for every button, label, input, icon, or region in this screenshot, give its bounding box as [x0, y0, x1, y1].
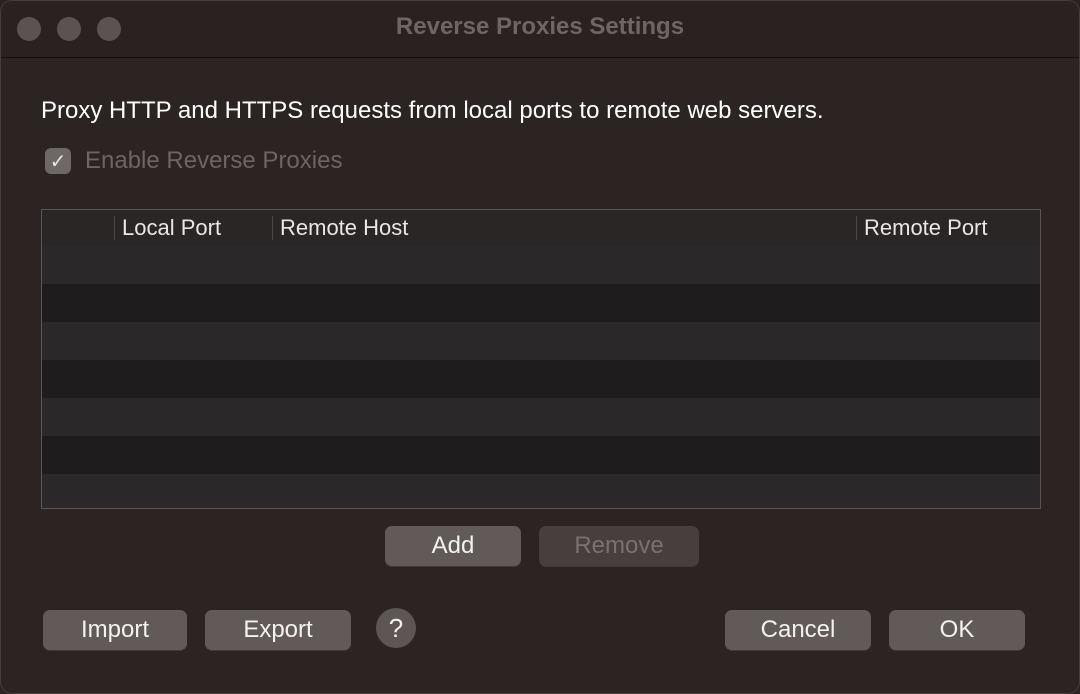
table-row[interactable] [42, 322, 1040, 360]
remove-button[interactable]: Remove [539, 526, 699, 566]
column-header-local-port[interactable]: Local Port [114, 210, 272, 246]
column-header-remote-host[interactable]: Remote Host [272, 210, 856, 246]
ok-button[interactable]: OK [889, 610, 1025, 650]
proxies-table[interactable]: Local Port Remote Host Remote Port [41, 209, 1041, 509]
table-row[interactable] [42, 284, 1040, 322]
help-button[interactable]: ? [376, 608, 416, 648]
add-button[interactable]: Add [385, 526, 521, 566]
import-button[interactable]: Import [43, 610, 187, 650]
cancel-button[interactable]: Cancel [725, 610, 871, 650]
settings-window: Reverse Proxies Settings Proxy HTTP and … [0, 0, 1080, 694]
table-row[interactable] [42, 360, 1040, 398]
table-row[interactable] [42, 246, 1040, 284]
window-title: Reverse Proxies Settings [395, 13, 685, 40]
enable-reverse-proxies-label: Enable Reverse Proxies [85, 147, 343, 174]
export-button[interactable]: Export [205, 610, 351, 650]
table-header: Local Port Remote Host Remote Port [42, 210, 1040, 247]
table-row[interactable] [42, 474, 1040, 508]
table-row[interactable] [42, 398, 1040, 436]
column-header-toggle[interactable] [42, 210, 114, 246]
description-text: Proxy HTTP and HTTPS requests from local… [41, 97, 824, 124]
checkmark-icon: ✓ [49, 150, 67, 173]
enable-reverse-proxies-checkbox[interactable]: ✓ [45, 148, 71, 174]
column-header-remote-port[interactable]: Remote Port [856, 210, 1040, 246]
title-bar: Reverse Proxies Settings [1, 1, 1079, 58]
enable-reverse-proxies-row[interactable]: ✓ Enable Reverse Proxies [45, 147, 342, 175]
table-row[interactable] [42, 436, 1040, 474]
help-icon: ? [388, 613, 404, 643]
